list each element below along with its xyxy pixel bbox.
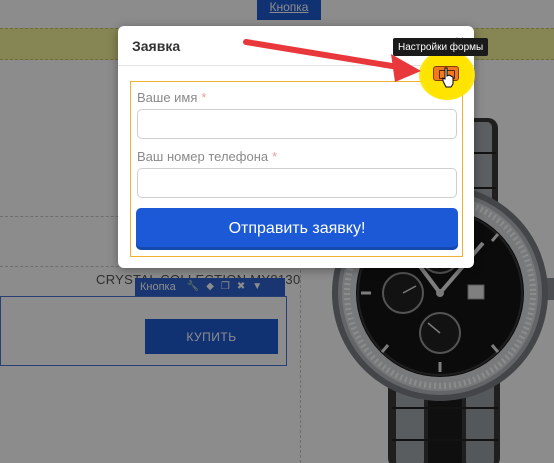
name-label-text: Ваше имя	[137, 90, 198, 105]
request-modal: Заявка × Ваше имя* Ваш номер телефона* О…	[118, 26, 474, 268]
submit-button[interactable]: Отправить заявку!	[136, 208, 458, 250]
required-mark: *	[201, 90, 207, 105]
phone-label: Ваш номер телефона *	[137, 149, 277, 164]
required-mark: *	[272, 149, 278, 164]
request-form: Ваше имя * Ваш номер телефона * Отправить …	[130, 81, 463, 257]
name-label: Ваше имя *	[137, 90, 206, 105]
settings-tooltip: Настройки формы	[393, 38, 489, 56]
hand-cursor-icon	[442, 67, 454, 88]
name-input[interactable]	[137, 109, 457, 139]
phone-label-text: Ваш номер телефона	[137, 149, 269, 164]
phone-input[interactable]	[137, 168, 457, 198]
modal-title: Заявка	[132, 38, 181, 54]
